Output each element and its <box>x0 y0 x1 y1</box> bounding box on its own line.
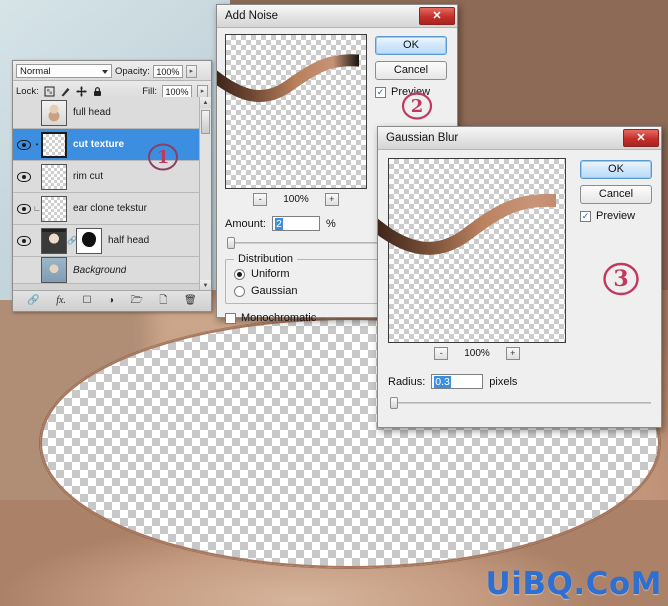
lock-all-icon[interactable] <box>92 86 103 97</box>
gaussian-blur-preview[interactable] <box>378 158 569 343</box>
fill-label: Fill: <box>142 85 157 97</box>
layer-visibility-toggle[interactable] <box>15 108 33 118</box>
layer-thumbnail[interactable] <box>41 227 67 254</box>
annotation-marker-3: 3 <box>601 261 641 297</box>
site-watermark: UiBQ.CoM <box>485 566 662 602</box>
annotation-marker-1-label: 1 <box>156 146 170 168</box>
layer-row[interactable]: rim cut <box>13 161 211 193</box>
radio-gaussian-label: Gaussian <box>251 285 298 297</box>
blend-mode-value: Normal <box>20 66 51 77</box>
layer-name: cut texture <box>73 139 125 150</box>
layers-scrollbar[interactable]: ▲ ▼ <box>199 97 211 291</box>
scrollbar-thumb[interactable] <box>201 110 210 134</box>
opacity-label: Opacity: <box>115 65 150 77</box>
new-fill-adjustment-icon[interactable]: ◑ <box>108 296 114 306</box>
radio-icon[interactable] <box>234 285 245 297</box>
scroll-up-icon[interactable]: ▲ <box>200 97 211 108</box>
layers-list[interactable]: full head • cut texture rim cut ∟ ear cl… <box>13 97 211 291</box>
distribution-label: Distribution <box>234 253 298 265</box>
blend-mode-select[interactable]: Normal <box>16 64 112 78</box>
layer-visibility-toggle[interactable] <box>15 171 33 182</box>
layers-panel[interactable]: Normal Opacity: 100% ▸ Lock: Fill: 100% … <box>12 60 212 312</box>
radius-slider[interactable] <box>390 397 651 409</box>
link-layers-icon[interactable]: 🔗 <box>27 296 39 306</box>
add-noise-preview[interactable] <box>217 34 369 189</box>
layer-name: full head <box>73 107 111 118</box>
mask-link-icon[interactable]: 🔗 <box>67 236 77 245</box>
lock-label: Lock: <box>16 85 39 97</box>
layer-row[interactable]: Background 🔒 <box>13 257 211 284</box>
annotation-marker-3-label: 3 <box>613 266 629 292</box>
delete-layer-icon[interactable]: 🗑 <box>184 296 197 306</box>
layers-panel-footer[interactable]: 🔗 fx. ☐ ◑ 🗁 🗋 🗑 <box>13 290 211 311</box>
layer-visibility-toggle[interactable] <box>15 235 33 246</box>
layers-panel-blend-row: Normal Opacity: 100% ▸ <box>13 61 211 81</box>
layer-thumbnail[interactable] <box>41 99 67 126</box>
layer-visibility-toggle[interactable] <box>15 265 33 275</box>
layer-row[interactable]: full head <box>13 97 211 129</box>
layer-name: Background <box>73 264 127 276</box>
opacity-input[interactable]: 100% <box>152 64 183 78</box>
annotation-marker-2: 2 <box>400 91 434 121</box>
annotation-marker-2-label: 2 <box>410 95 424 117</box>
lock-transparent-pixels-icon[interactable] <box>44 86 55 97</box>
layer-thumbnail[interactable] <box>41 195 67 222</box>
layer-mask-thumbnail[interactable] <box>76 227 102 254</box>
new-group-icon[interactable]: 🗁 <box>131 296 143 306</box>
new-layer-icon[interactable]: 🗋 <box>159 296 167 306</box>
annotation-marker-1: 1 <box>146 142 180 172</box>
lock-image-pixels-icon[interactable] <box>60 86 71 97</box>
layer-name: ear clone tekstur <box>73 203 147 214</box>
fill-input[interactable]: 100% <box>162 84 192 98</box>
layer-row-selected[interactable]: • cut texture <box>13 129 211 161</box>
layer-style-fx-icon[interactable]: fx. <box>56 296 66 306</box>
slider-knob[interactable] <box>390 397 398 409</box>
radio-icon[interactable] <box>234 268 245 280</box>
slider-knob[interactable] <box>227 237 235 249</box>
layer-visibility-toggle[interactable] <box>15 139 33 150</box>
slider-track <box>390 402 651 404</box>
chevron-down-icon <box>102 70 108 74</box>
fill-scrubber-button[interactable]: ▸ <box>197 84 208 98</box>
layer-visibility-toggle[interactable] <box>15 203 33 214</box>
lock-position-icon[interactable] <box>76 86 87 97</box>
layer-thumbnail[interactable] <box>41 131 67 158</box>
layer-thumbnail[interactable] <box>41 257 67 283</box>
layer-name: half head <box>108 235 150 246</box>
layer-row[interactable]: 🔗 half head <box>13 225 211 257</box>
opacity-scrubber-button[interactable]: ▸ <box>185 64 197 78</box>
add-layer-mask-icon[interactable]: ☐ <box>82 296 91 306</box>
clipping-mask-icon: ∟ <box>33 204 41 213</box>
layer-link-indicator: • <box>35 140 39 149</box>
layer-row[interactable]: ∟ ear clone tekstur <box>13 193 211 225</box>
layer-thumbnail[interactable] <box>41 163 67 190</box>
radio-uniform-label: Uniform <box>251 268 290 280</box>
layer-name: rim cut <box>73 171 103 182</box>
